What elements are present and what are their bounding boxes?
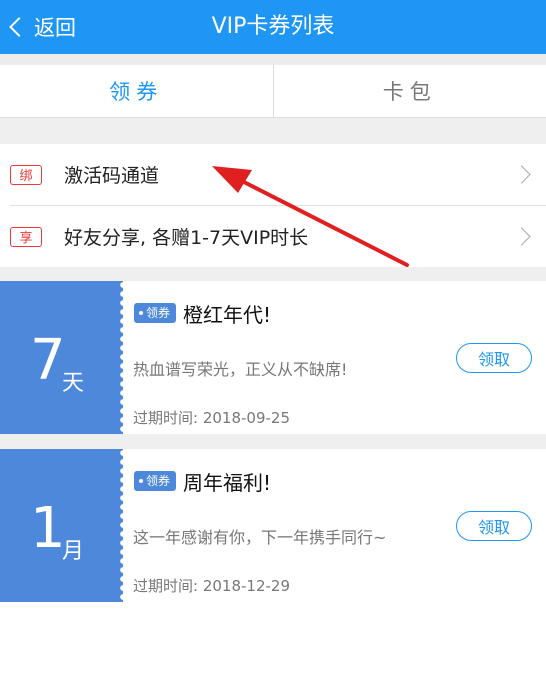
coupon-title: 周年福利! — [183, 471, 272, 495]
page-title: VIP卡券列表 — [211, 14, 335, 39]
chevron-right-icon — [512, 165, 531, 184]
coupon-description: 热血谱写荣光，正义从不缺席! — [133, 360, 348, 379]
divider — [0, 54, 546, 65]
coupon-badge: 领券 — [134, 303, 177, 323]
coupon-duration-value: 1 — [30, 496, 66, 561]
menu-list: 绑 激活码通道 享 好友分享, 各赠1-7天VIP时长 — [0, 144, 546, 267]
coupon-title: 橙红年代! — [183, 303, 272, 327]
perforation-edge — [119, 449, 127, 602]
share-tag-icon: 享 — [10, 226, 42, 247]
divider — [0, 434, 546, 449]
divider — [0, 267, 546, 281]
coupon-card: 1 月 领券 周年福利! 这一年感谢有你，下一年携手同行~ 过期时间: 2018… — [0, 449, 546, 602]
coupon-badge: 领券 — [134, 471, 177, 491]
coupon-stub: 7 天 — [0, 281, 127, 434]
coupon-stub: 1 月 — [0, 449, 127, 602]
menu-item-label: 好友分享, 各赠1-7天VIP时长 — [64, 227, 309, 249]
tab-card-wallet[interactable]: 卡包 — [272, 65, 546, 117]
app-header: 返回 VIP卡券列表 — [0, 0, 546, 54]
claim-button[interactable]: 领取 — [456, 343, 532, 373]
coupon-duration-value: 7 — [30, 328, 66, 393]
menu-item-label: 激活码通道 — [64, 165, 160, 187]
coupon-duration-unit: 天 — [62, 371, 85, 396]
coupon-expiry: 过期时间: 2018-12-29 — [133, 577, 290, 595]
claim-button[interactable]: 领取 — [456, 511, 532, 541]
perforation-edge — [119, 281, 127, 434]
coupon-card: 7 天 领券 橙红年代! 热血谱写荣光，正义从不缺席! 过期时间: 2018-0… — [0, 281, 546, 434]
tab-coupons[interactable]: 领券 — [0, 65, 273, 117]
coupon-duration-unit: 月 — [62, 539, 85, 564]
menu-item-share-friends[interactable]: 享 好友分享, 各赠1-7天VIP时长 — [10, 205, 546, 267]
chevron-right-icon — [512, 227, 531, 246]
coupon-description: 这一年感谢有你，下一年携手同行~ — [133, 528, 387, 547]
divider — [0, 118, 546, 144]
tab-bar: 领券 卡包 — [0, 65, 546, 118]
bind-tag-icon: 绑 — [10, 164, 42, 185]
menu-item-activation-code[interactable]: 绑 激活码通道 — [0, 144, 546, 205]
coupon-expiry: 过期时间: 2018-09-25 — [133, 409, 290, 427]
